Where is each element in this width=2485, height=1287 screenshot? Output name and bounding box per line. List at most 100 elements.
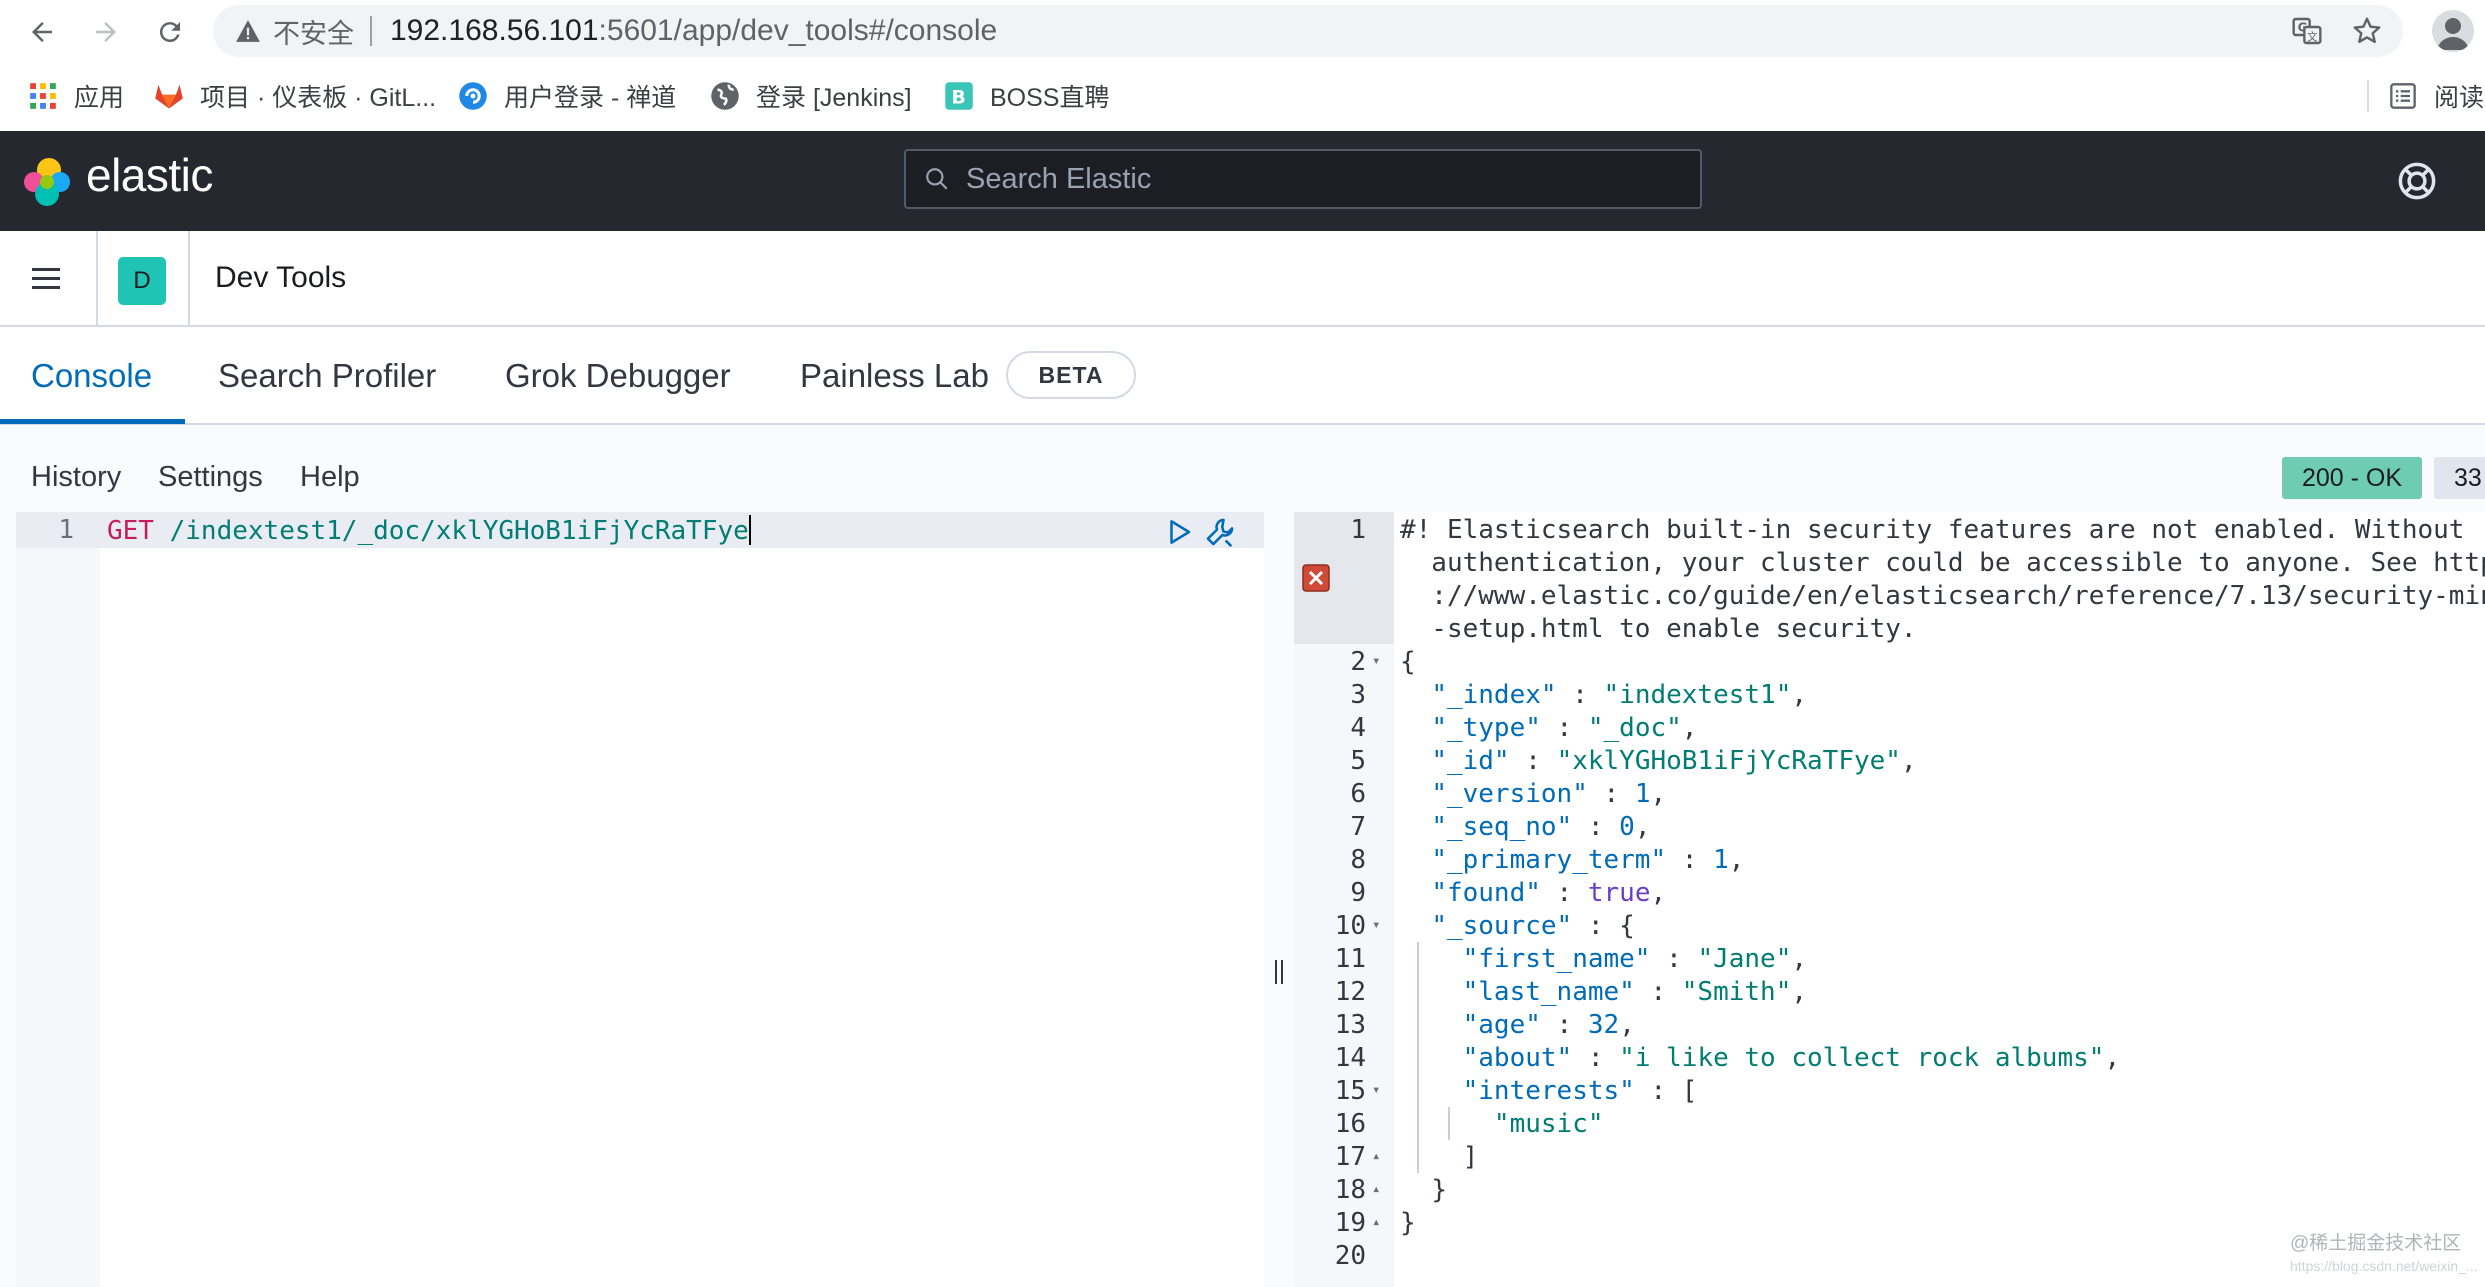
resize-handle-icon[interactable] (1272, 954, 1286, 990)
json-value: "_doc" (1587, 713, 1682, 743)
tab-console[interactable]: Console (31, 329, 152, 423)
json-value: "indextest1" (1603, 680, 1792, 710)
line-number: 12 (1334, 977, 1366, 1007)
line-number: 10 (1334, 911, 1366, 941)
translate-icon[interactable]: G文 (2291, 15, 2323, 52)
bookmark-label: BOSS直聘 (990, 84, 1110, 112)
json-key: "_source" (1431, 911, 1573, 941)
bookmark-jenkins[interactable]: 登录 [Jenkins] (710, 64, 912, 128)
request-editor[interactable]: 1 GET /indextest1/_doc/xklYGHoB1iFjYcRaT… (16, 512, 1264, 1287)
json-token: ] (1462, 1142, 1479, 1172)
help-lifebuoy-icon[interactable] (2396, 160, 2438, 202)
json-key: "_type" (1431, 713, 1541, 743)
menu-hamburger-icon[interactable] (22, 257, 70, 301)
status-badge: 200 - OK (2282, 457, 2422, 499)
indent-guide (1417, 942, 1419, 1173)
beta-badge: BETA (1006, 351, 1136, 399)
json-key: "_index" (1431, 680, 1557, 710)
response-viewer[interactable]: 1 #! Elasticsearch built-in security fea… (1294, 512, 2485, 1287)
indent-guide (1448, 1107, 1450, 1140)
globe-icon (710, 81, 740, 111)
devtools-tabs: Console Search Profiler Grok Debugger Pa… (0, 329, 2485, 425)
fold-toggle-icon[interactable]: ▴ (1372, 1148, 1386, 1164)
bookmark-zentao[interactable]: 用户登录 - 禅道 (458, 64, 676, 128)
browser-toolbar: 不安全 192.168.56.101:5601/app/dev_tools#/c… (0, 0, 2485, 62)
warning-line: -setup.html to enable security. (1400, 614, 1917, 644)
bookmarks-bar: 应用 项目 · 仪表板 · GitL... 用户登录 - 禅道 登录 [Jenk… (0, 64, 2485, 128)
json-value: 32 (1587, 1010, 1620, 1040)
bookmark-gitlab[interactable]: 项目 · 仪表板 · GitL... (154, 64, 436, 128)
elastic-logo-text[interactable]: elastic (86, 148, 213, 202)
json-key: "_primary_term" (1431, 845, 1667, 875)
elastic-logo-icon[interactable] (22, 157, 72, 207)
json-value: 0 (1619, 812, 1635, 842)
pane-resizer[interactable] (1264, 512, 1294, 1287)
security-label[interactable]: 不安全 (273, 12, 354, 51)
active-tab-indicator (0, 419, 185, 424)
reload-icon (159, 22, 180, 43)
reading-list-label: 阅读 (2434, 84, 2485, 112)
code-line: "_source" : { (1431, 911, 1635, 941)
play-run-icon[interactable] (1164, 517, 1194, 547)
profile-avatar-icon[interactable] (2432, 10, 2474, 52)
code-line: ] (1400, 1142, 1479, 1172)
warning-line: authentication, your cluster could be ac… (1400, 548, 2485, 578)
wrench-icon[interactable] (1202, 515, 1238, 549)
bookmark-star-icon[interactable] (2351, 15, 2383, 52)
url-text[interactable]: 192.168.56.101:5601/app/dev_tools#/conso… (390, 14, 997, 48)
json-value: true (1587, 878, 1651, 908)
tab-painless-lab[interactable]: Painless Lab (800, 329, 989, 423)
json-token: } (1431, 1175, 1447, 1205)
code-line: "_id" : "xklYGHoB1iFjYcRaTFye", (1431, 746, 1917, 776)
json-value: { (1619, 911, 1635, 941)
divider (96, 231, 98, 327)
settings-menu[interactable]: Settings (158, 461, 263, 494)
fold-toggle-icon[interactable]: ▴ (1372, 1214, 1386, 1230)
bookmark-label: 项目 · 仪表板 · GitL... (200, 84, 437, 112)
fold-toggle-icon[interactable]: ▾ (1372, 653, 1386, 669)
fold-toggle-icon[interactable]: ▾ (1372, 1082, 1386, 1098)
line-number: 1 (58, 515, 74, 545)
line-number: 20 (1334, 1241, 1366, 1271)
tab-grok-debugger[interactable]: Grok Debugger (505, 329, 731, 423)
bookmark-label: 用户登录 - 禅道 (504, 84, 677, 112)
space-avatar[interactable]: D (118, 257, 166, 305)
warning-line: ://www.elastic.co/guide/en/elasticsearch… (1400, 581, 2485, 611)
json-key: "about" (1462, 1043, 1573, 1073)
boss-icon: B (944, 81, 974, 111)
json-key: "first_name" (1462, 944, 1651, 974)
search-field[interactable] (904, 149, 1702, 209)
help-menu[interactable]: Help (300, 461, 360, 494)
reading-list-button[interactable]: 阅读 (2388, 64, 2484, 128)
zentao-icon (458, 81, 488, 111)
search-input[interactable] (964, 150, 1700, 208)
warning-icon[interactable] (235, 19, 265, 43)
json-value: "i like to collect rock albums" (1619, 1043, 2105, 1073)
json-key: "_id" (1431, 746, 1510, 776)
divider (188, 231, 190, 327)
json-value: "xklYGHoB1iFjYcRaTFye" (1556, 746, 1901, 776)
code-line: "music" (1400, 1109, 1604, 1139)
forward-button[interactable] (86, 12, 126, 52)
fold-toggle-icon[interactable]: ▴ (1372, 1181, 1386, 1197)
apps-grid-icon (28, 81, 58, 111)
request-line[interactable]: GET /indextest1/_doc/xklYGHoB1iFjYcRaTFy… (107, 515, 751, 546)
address-bar[interactable]: 不安全 192.168.56.101:5601/app/dev_tools#/c… (213, 5, 2403, 57)
tab-search-profiler[interactable]: Search Profiler (218, 329, 436, 423)
back-button[interactable] (22, 12, 62, 52)
editor-gutter (16, 512, 100, 1287)
reload-button[interactable] (150, 12, 190, 52)
line-number: 8 (1350, 845, 1366, 875)
history-menu[interactable]: History (31, 461, 121, 494)
bookmark-apps[interactable]: 应用 (28, 64, 124, 128)
line-number: 17 (1334, 1142, 1366, 1172)
json-key: "interests" (1462, 1076, 1635, 1106)
json-value: [ (1681, 1076, 1698, 1106)
code-line: "_primary_term" : 1, (1431, 845, 1745, 875)
watermark-url: https://blog.csdn.net/weixin_... (2290, 1258, 2478, 1274)
json-token: "music" (1493, 1109, 1604, 1139)
bookmark-boss[interactable]: B BOSS直聘 (944, 64, 1109, 128)
divider (370, 16, 372, 46)
line-number: 14 (1334, 1043, 1366, 1073)
fold-toggle-icon[interactable]: ▾ (1372, 917, 1386, 933)
